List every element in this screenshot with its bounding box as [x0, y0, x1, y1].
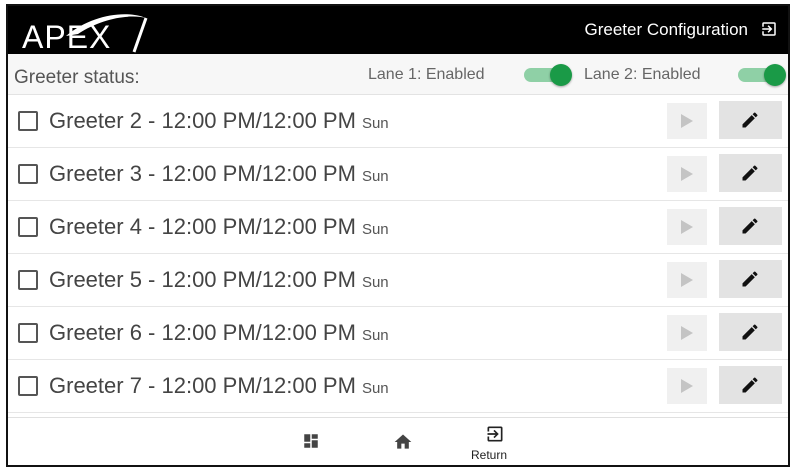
- play-button[interactable]: [667, 156, 707, 192]
- greeter-name: Greeter 7 - 12:00 PM/12:00 PM: [49, 373, 356, 398]
- pencil-icon: [742, 218, 758, 234]
- toggle-knob: [550, 64, 572, 86]
- greeter-checkbox[interactable]: [18, 270, 38, 290]
- greeter-name: Greeter 2 - 12:00 PM/12:00 PM: [49, 108, 356, 133]
- greeter-name: Greeter 5 - 12:00 PM/12:00 PM: [49, 267, 356, 292]
- greeter-checkbox[interactable]: [18, 323, 38, 343]
- edit-button[interactable]: [719, 207, 782, 245]
- greeter-row: Greeter 3 - 12:00 PM/12:00 PM Sun: [8, 148, 788, 201]
- exit-to-app-icon: [487, 426, 503, 442]
- greeter-row-text: Greeter 6 - 12:00 PM/12:00 PM Sun: [49, 320, 389, 346]
- page-title: Greeter Configuration: [584, 20, 748, 39]
- apex-logo: APEX: [22, 8, 152, 54]
- greeter-checkbox[interactable]: [18, 217, 38, 237]
- greeter-day: Sun: [361, 274, 389, 291]
- greeter-checkbox[interactable]: [18, 376, 38, 396]
- greeter-day: Sun: [361, 168, 389, 185]
- play-icon: [681, 167, 693, 181]
- play-icon: [681, 379, 693, 393]
- play-icon: [681, 220, 693, 234]
- lane-2-status-label: Lane 2: Enabled: [584, 66, 701, 83]
- lane-1-toggle[interactable]: [524, 64, 572, 86]
- pencil-icon: [742, 377, 758, 393]
- app-window: APEX Greeter Configuration Greeter statu…: [6, 4, 790, 467]
- return-button[interactable]: [485, 424, 505, 449]
- edit-button[interactable]: [719, 101, 782, 139]
- edit-button[interactable]: [719, 313, 782, 351]
- greeter-row: Greeter 7 - 12:00 PM/12:00 PM Sun: [8, 360, 788, 413]
- toggle-knob: [764, 64, 786, 86]
- top-bar: APEX Greeter Configuration: [8, 6, 788, 54]
- greeter-status-row: Greeter status: Lane 1: Enabled Lane 2: …: [8, 54, 788, 95]
- pencil-icon: [742, 112, 758, 128]
- return-label[interactable]: Return: [471, 448, 507, 462]
- pencil-icon: [742, 324, 758, 340]
- play-button[interactable]: [667, 209, 707, 245]
- greeter-checkbox[interactable]: [18, 164, 38, 184]
- greeter-status-label: Greeter status:: [14, 67, 140, 88]
- exit-to-app-icon[interactable]: [760, 20, 778, 38]
- play-button[interactable]: [667, 103, 707, 139]
- greeter-row: Greeter 5 - 12:00 PM/12:00 PM Sun: [8, 254, 788, 307]
- greeter-day: Sun: [361, 115, 389, 132]
- play-button[interactable]: [667, 368, 707, 404]
- greeter-checkbox[interactable]: [18, 111, 38, 131]
- greeter-name: Greeter 4 - 12:00 PM/12:00 PM: [49, 214, 356, 239]
- play-button[interactable]: [667, 262, 707, 298]
- lane-2-toggle[interactable]: [738, 64, 786, 86]
- edit-button[interactable]: [719, 366, 782, 404]
- edit-button[interactable]: [719, 154, 782, 192]
- pencil-icon: [742, 271, 758, 287]
- greeter-row-text: Greeter 5 - 12:00 PM/12:00 PM Sun: [49, 267, 389, 293]
- greeter-row-text: Greeter 3 - 12:00 PM/12:00 PM Sun: [49, 161, 389, 187]
- pencil-icon: [742, 165, 758, 181]
- lane-1-status-label: Lane 1: Enabled: [368, 66, 485, 83]
- greeter-name: Greeter 6 - 12:00 PM/12:00 PM: [49, 320, 356, 345]
- greeter-row-text: Greeter 4 - 12:00 PM/12:00 PM Sun: [49, 214, 389, 240]
- greeter-row-text: Greeter 7 - 12:00 PM/12:00 PM Sun: [49, 373, 389, 399]
- greeter-list[interactable]: Greeter 2 - 12:00 PM/12:00 PM Sun Greeter…: [8, 95, 788, 417]
- greeter-row-text: Greeter 2 - 12:00 PM/12:00 PM Sun: [49, 108, 389, 134]
- greeter-day: Sun: [361, 327, 389, 344]
- play-button[interactable]: [667, 315, 707, 351]
- logo-text: APEX: [22, 19, 112, 55]
- greeter-row: Greeter 4 - 12:00 PM/12:00 PM Sun: [8, 201, 788, 254]
- home-icon[interactable]: [393, 432, 413, 457]
- greeter-day: Sun: [361, 380, 389, 397]
- play-icon: [681, 326, 693, 340]
- play-icon: [681, 114, 693, 128]
- greeter-row: Greeter 2 - 12:00 PM/12:00 PM Sun: [8, 95, 788, 148]
- greeter-name: Greeter 3 - 12:00 PM/12:00 PM: [49, 161, 356, 186]
- play-icon: [681, 273, 693, 287]
- edit-button[interactable]: [719, 260, 782, 298]
- dashboard-icon[interactable]: [302, 432, 320, 455]
- greeter-row: Greeter 6 - 12:00 PM/12:00 PM Sun: [8, 307, 788, 360]
- greeter-day: Sun: [361, 221, 389, 238]
- bottom-nav-bar: Return: [8, 417, 788, 465]
